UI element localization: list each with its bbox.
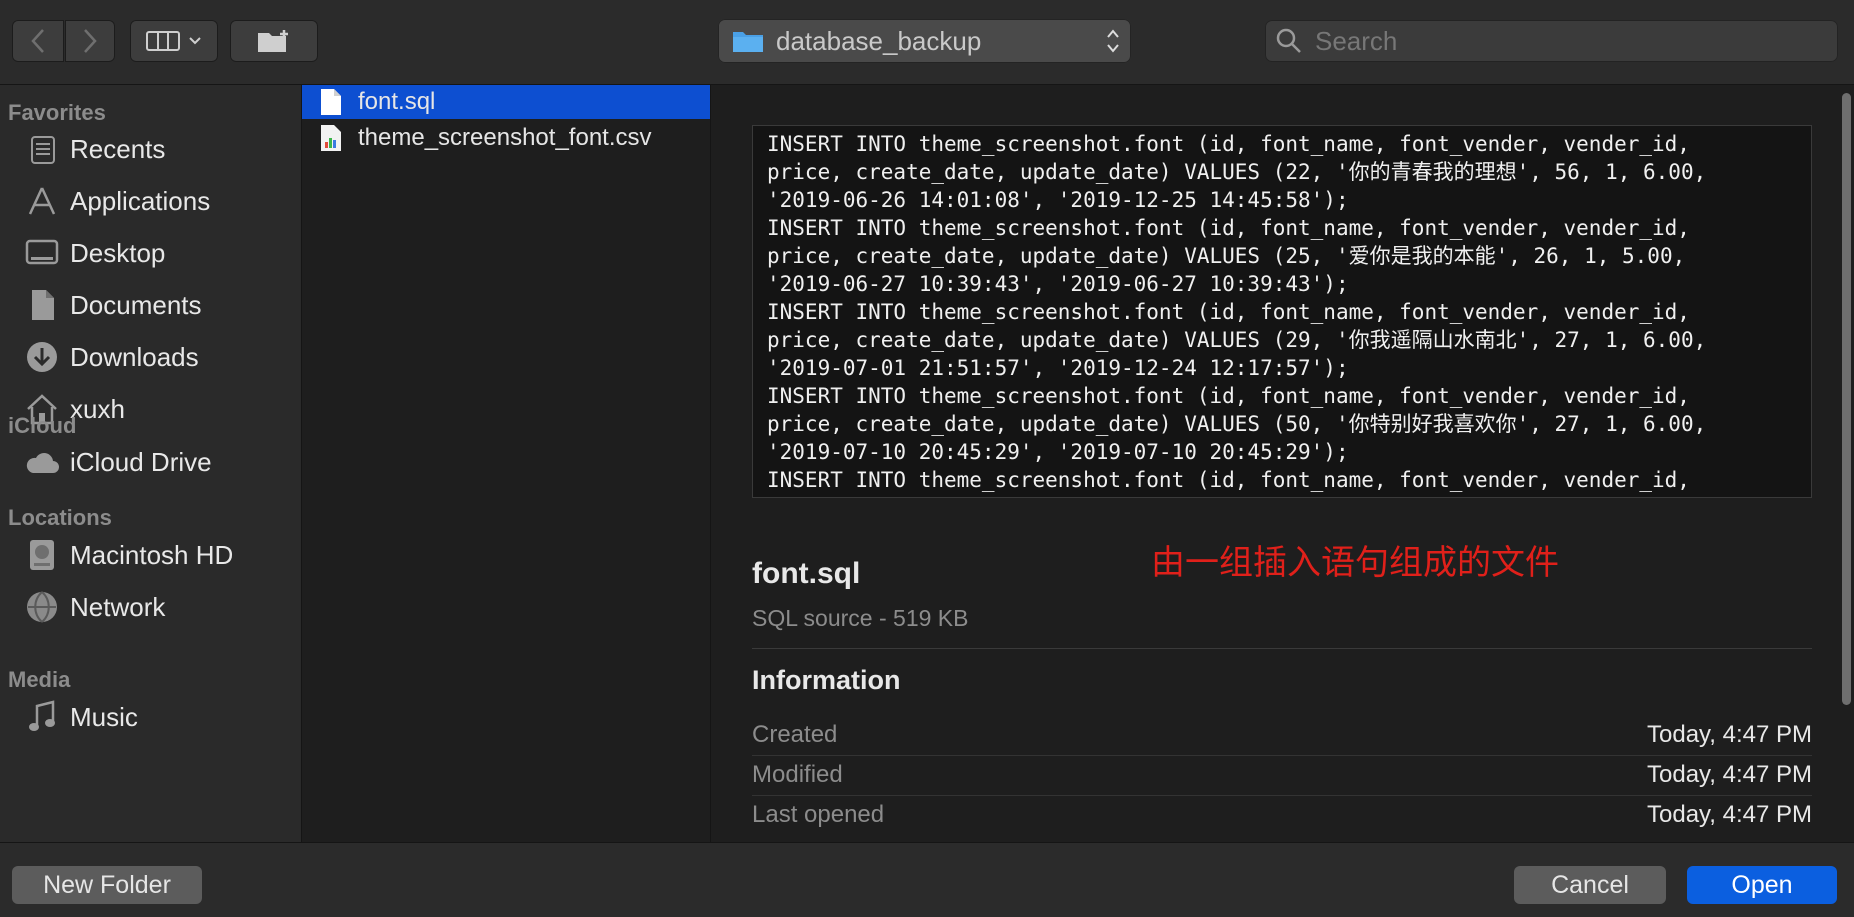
music-icon — [22, 697, 62, 737]
chevron-down-icon — [189, 37, 201, 45]
preview-file-kind: SQL source - 519 KB — [752, 605, 969, 631]
sidebar-item-icloud-drive[interactable]: iCloud Drive — [22, 440, 292, 484]
back-button[interactable] — [12, 20, 64, 62]
annotation-text: 由一组插入语句组成的文件 — [1151, 544, 1559, 582]
code-preview: INSERT INTO theme_screenshot.font (id, f… — [752, 125, 1812, 498]
info-row-created: Created Today, 4:47 PM — [752, 715, 1812, 756]
sidebar-heading-icloud: iCloud — [8, 413, 77, 438]
code-line: INSERT INTO theme_screenshot.font (id, f… — [767, 468, 1690, 492]
code-line: INSERT INTO theme_screenshot.font (id, f… — [767, 300, 1690, 324]
sidebar-heading-locations: Locations — [8, 505, 112, 530]
new-folder-toolbar-button[interactable] — [230, 20, 318, 62]
sidebar-item-desktop[interactable]: Desktop — [22, 231, 292, 275]
preview-pane: INSERT INTO theme_screenshot.font (id, f… — [711, 85, 1854, 842]
preview-file-name: font.sql — [752, 557, 861, 590]
csv-document-icon — [318, 123, 344, 153]
info-value: Today, 4:47 PM — [1647, 761, 1812, 788]
code-line: price, create_date, update_date) VALUES … — [767, 160, 1707, 184]
info-label: Created — [752, 721, 838, 748]
desktop-icon — [22, 233, 62, 273]
code-line: INSERT INTO theme_screenshot.font (id, f… — [767, 216, 1690, 240]
cancel-button[interactable]: Cancel — [1514, 866, 1666, 904]
sidebar-item-music[interactable]: Music — [22, 695, 292, 739]
code-line: '2019-07-10 20:45:29', '2019-07-10 20:45… — [767, 440, 1349, 464]
search-field[interactable] — [1265, 20, 1838, 62]
sidebar-item-label: Documents — [70, 289, 202, 320]
applications-icon — [22, 181, 62, 221]
sidebar-heading-media: Media — [8, 667, 71, 692]
recents-icon — [22, 129, 62, 169]
view-mode-button[interactable] — [130, 20, 218, 62]
updown-chevron-icon — [1107, 29, 1119, 53]
sidebar-item-network[interactable]: Network — [22, 585, 292, 629]
code-line: '2019-07-01 21:51:57', '2019-12-24 12:17… — [767, 356, 1349, 380]
sidebar-item-label: Music — [70, 701, 138, 732]
sidebar-item-label: iCloud Drive — [70, 446, 212, 477]
preview-scrollbar[interactable] — [1839, 85, 1854, 842]
code-line: INSERT INTO theme_screenshot.font (id, f… — [767, 384, 1690, 408]
information-heading: Information — [752, 665, 901, 695]
documents-icon — [22, 285, 62, 325]
sidebar-item-downloads[interactable]: Downloads — [22, 335, 292, 379]
forward-button[interactable] — [65, 20, 115, 62]
info-value: Today, 4:47 PM — [1647, 721, 1812, 748]
file-list: font.sql theme_screenshot_font.csv — [302, 85, 711, 842]
path-popup[interactable]: database_backup — [718, 19, 1131, 63]
chevron-left-icon — [31, 29, 44, 53]
toolbar: database_backup — [0, 0, 1854, 85]
info-row-modified: Modified Today, 4:47 PM — [752, 755, 1812, 796]
scrollbar-thumb[interactable] — [1842, 93, 1851, 705]
code-line: price, create_date, update_date) VALUES … — [767, 244, 1686, 268]
file-name: font.sql — [358, 88, 436, 115]
code-line: price, create_date, update_date) VALUES … — [767, 328, 1707, 352]
code-line: '2019-06-27 10:39:43', '2019-06-27 10:39… — [767, 272, 1349, 296]
info-value: Today, 4:47 PM — [1647, 801, 1812, 828]
open-button[interactable]: Open — [1687, 866, 1837, 904]
document-icon — [318, 87, 344, 117]
file-name: theme_screenshot_font.csv — [358, 124, 652, 151]
sidebar-item-recents[interactable]: Recents — [22, 127, 292, 171]
cloud-icon — [22, 442, 62, 482]
path-label: database_backup — [776, 25, 982, 56]
sidebar-item-label: Recents — [70, 133, 166, 164]
sidebar-heading-favorites: Favorites — [8, 100, 106, 125]
sidebar-item-label: xuxh — [70, 393, 125, 424]
code-line: '2019-06-26 14:01:08', '2019-12-25 14:45… — [767, 188, 1349, 212]
chevron-right-icon — [84, 29, 97, 53]
sidebar: Favorites Recents Applications Desktop D… — [0, 85, 302, 842]
code-line: INSERT INTO theme_screenshot.font (id, f… — [767, 132, 1690, 156]
sidebar-item-label: Macintosh HD — [70, 539, 234, 570]
disk-icon — [22, 535, 62, 575]
file-row-theme-screenshot-font-csv[interactable]: theme_screenshot_font.csv — [302, 121, 710, 155]
sidebar-item-label: Downloads — [70, 341, 199, 372]
info-label: Modified — [752, 761, 843, 788]
file-row-font-sql[interactable]: font.sql — [302, 85, 710, 119]
divider — [752, 648, 1812, 649]
folder-icon — [733, 32, 763, 52]
footer-bar: New Folder Cancel Open — [0, 842, 1854, 917]
network-icon — [22, 587, 62, 627]
sidebar-item-applications[interactable]: Applications — [22, 179, 292, 223]
sidebar-item-label: Desktop — [70, 237, 166, 268]
sidebar-item-label: Applications — [70, 185, 211, 216]
new-folder-button[interactable]: New Folder — [12, 866, 202, 904]
sidebar-item-macintosh-hd[interactable]: Macintosh HD — [22, 533, 292, 577]
search-icon — [1276, 28, 1301, 53]
downloads-icon — [22, 337, 62, 377]
new-folder-icon — [258, 30, 288, 52]
columns-view-icon — [146, 31, 180, 51]
sidebar-item-label: Network — [70, 591, 166, 622]
info-label: Last opened — [752, 801, 885, 828]
search-input[interactable] — [1313, 24, 1817, 58]
sidebar-item-documents[interactable]: Documents — [22, 283, 292, 327]
info-row-last-opened: Last opened Today, 4:47 PM — [752, 795, 1812, 835]
code-line: price, create_date, update_date) VALUES … — [767, 412, 1707, 436]
